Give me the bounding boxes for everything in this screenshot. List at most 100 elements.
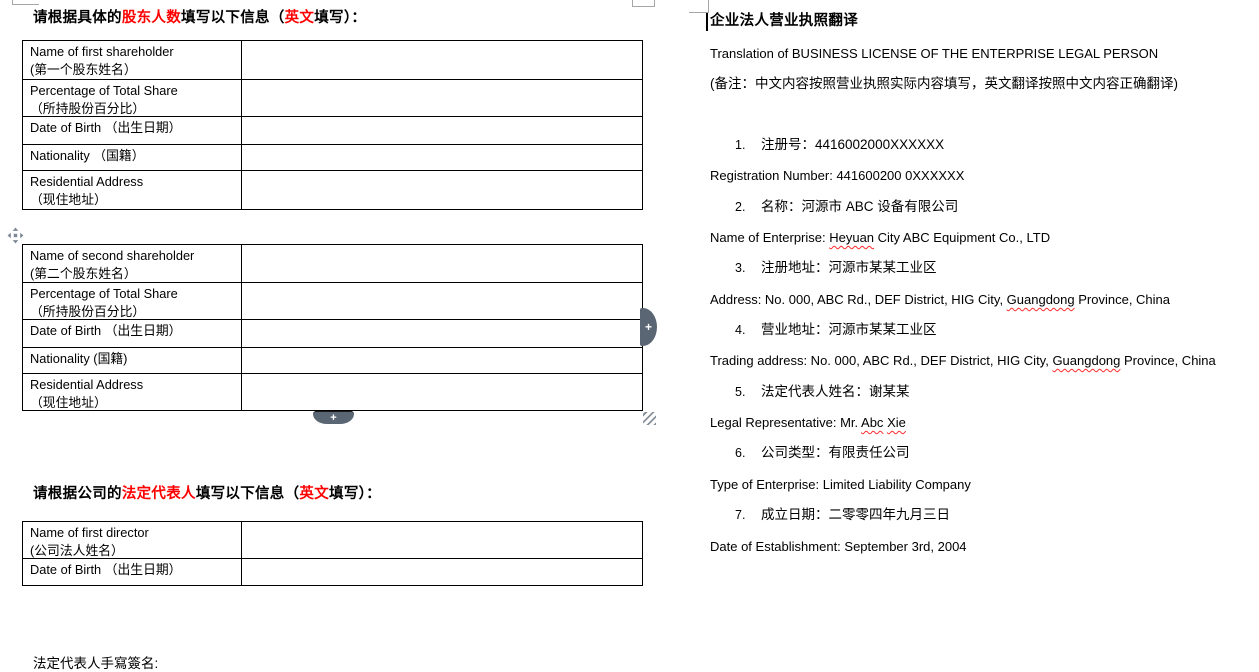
misspelled-word: Xie <box>887 415 906 430</box>
row-label: Date of Birth （出生日期） <box>23 559 242 585</box>
label-zh: （所持股份百分比） <box>30 303 237 321</box>
item-text-zh: 公司类型：有限责任公司 <box>761 445 910 460</box>
item-number: 4. <box>735 322 761 338</box>
heading-text: 请根据公司的 <box>33 486 122 502</box>
value-cell[interactable] <box>242 41 642 79</box>
value-cell[interactable] <box>242 348 642 373</box>
item-1-zh: 1.注册号：4416002000XXXXXX <box>735 137 944 153</box>
item-1-en: Registration Number: 441600200 0XXXXXX <box>710 168 964 184</box>
item-6-en: Type of Enterprise: Limited Liability Co… <box>710 477 971 493</box>
label-en: Date of Birth （出生日期） <box>30 322 237 340</box>
en-text: Name of Enterprise: <box>710 230 829 245</box>
heading-red-text: 英文 <box>299 486 329 502</box>
director-table: Name of first director (公司法人姓名） Date of … <box>22 521 643 586</box>
item-3-zh: 3.注册地址：河源市某某工业区 <box>735 260 937 276</box>
item-number: 2. <box>735 199 761 215</box>
row-label: Date of Birth （出生日期） <box>23 117 242 144</box>
value-cell[interactable] <box>242 117 642 144</box>
insert-row-button[interactable]: + <box>313 411 354 424</box>
table-move-handle[interactable] <box>7 227 24 244</box>
doc-title-zh: 企业法人营业执照翻译 <box>710 13 858 29</box>
label-en: Nationality (国籍) <box>30 350 237 368</box>
value-cell[interactable] <box>242 522 642 558</box>
value-cell[interactable] <box>242 171 642 209</box>
clipped-box-artifact <box>632 0 655 7</box>
value-cell[interactable] <box>242 374 642 410</box>
item-4-en: Trading address: No. 000, ABC Rd., DEF D… <box>710 353 1216 369</box>
table-resize-handle[interactable] <box>643 412 656 425</box>
heading-text: 请根据具体的 <box>33 10 122 26</box>
table-row: Percentage of Total Share （所持股份百分比） <box>23 283 642 320</box>
row-label: Name of first shareholder (第一个股东姓名） <box>23 41 242 79</box>
misspelled-word: Heyuan <box>829 230 874 245</box>
insert-column-button[interactable]: + <box>640 308 657 346</box>
row-label: Residential Address （现住地址） <box>23 374 242 410</box>
row-label: Name of first director (公司法人姓名） <box>23 522 242 558</box>
en-text: Date of Establishment: September 3rd, 20… <box>710 539 967 554</box>
label-en: Percentage of Total Share <box>30 82 237 100</box>
item-2-zh: 2.名称：河源市 ABC 设备有限公司 <box>735 199 958 215</box>
table-row: Name of second shareholder (第二个股东姓名） <box>23 245 642 283</box>
label-zh: （现住地址） <box>30 191 237 209</box>
value-cell[interactable] <box>242 145 642 170</box>
table-row: Date of Birth （出生日期） <box>23 320 642 348</box>
misspelled-word: Guangdong <box>1007 292 1075 307</box>
item-number: 7. <box>735 507 761 523</box>
label-zh: (第二个股东姓名） <box>30 265 237 283</box>
label-en: Name of first director <box>30 524 237 542</box>
item-number: 1. <box>735 137 761 153</box>
en-text: City ABC Equipment Co., LTD <box>874 230 1050 245</box>
item-number: 3. <box>735 260 761 276</box>
misspelled-word: Guangdong <box>1052 353 1120 368</box>
item-3-en: Address: No. 000, ABC Rd., DEF District,… <box>710 292 1170 308</box>
table-row: Date of Birth （出生日期） <box>23 117 642 145</box>
heading-text: 填写以下信息（ <box>196 486 300 502</box>
shareholders-heading: 请根据具体的股东人数填写以下信息（英文填写）： <box>33 6 366 27</box>
heading-text: 填写）： <box>314 10 366 26</box>
value-cell[interactable] <box>242 283 642 319</box>
en-text: Province, China <box>1120 353 1215 368</box>
row-label: Nationality （国籍） <box>23 145 242 170</box>
move-arrows-icon <box>7 227 24 244</box>
row-label: Residential Address （现住地址） <box>23 171 242 209</box>
heading-red-text: 法定代表人 <box>122 486 196 502</box>
item-text-zh: 营业地址：河源市某某工业区 <box>761 322 937 337</box>
signature-label: 法定代表人手寫簽名: <box>33 652 158 672</box>
plus-icon: + <box>330 413 336 423</box>
label-en: Name of first shareholder <box>30 43 237 61</box>
row-label: Name of second shareholder (第二个股东姓名） <box>23 245 242 282</box>
table-row: Name of first shareholder (第一个股东姓名） <box>23 41 642 80</box>
table-row: Residential Address （现住地址） <box>23 374 642 410</box>
heading-text: 填写）： <box>329 486 381 502</box>
label-zh: (第一个股东姓名） <box>30 61 237 79</box>
en-text: Address: No. 000, ABC Rd., DEF District,… <box>710 292 1007 307</box>
label-zh: （所持股份百分比） <box>30 100 237 118</box>
item-number: 6. <box>735 445 761 461</box>
value-cell[interactable] <box>242 559 642 585</box>
document-canvas: 请根据具体的股东人数填写以下信息（英文填写）： Name of first sh… <box>0 0 1259 672</box>
row-label: Percentage of Total Share （所持股份百分比） <box>23 283 242 319</box>
item-6-zh: 6.公司类型：有限责任公司 <box>735 445 910 461</box>
item-5-zh: 5.法定代表人姓名：谢某某 <box>735 384 910 400</box>
row-label: Nationality (国籍) <box>23 348 242 373</box>
value-cell[interactable] <box>242 320 642 347</box>
table-row: Date of Birth （出生日期） <box>23 559 642 585</box>
doc-note: (备注：中文内容按照营业执照实际内容填写，英文翻译按照中文内容正确翻译) <box>710 76 1178 92</box>
value-cell[interactable] <box>242 245 642 282</box>
table-row: Nationality (国籍) <box>23 348 642 374</box>
table-row: Nationality （国籍） <box>23 145 642 171</box>
label-en: Name of second shareholder <box>30 247 237 265</box>
value-cell[interactable] <box>242 80 642 116</box>
item-5-en: Legal Representative: Mr. Abc Xie <box>710 415 906 431</box>
label-en: Percentage of Total Share <box>30 285 237 303</box>
legal-rep-heading: 请根据公司的法定代表人填写以下信息（英文填写）： <box>33 482 381 503</box>
item-text-zh: 注册号：4416002000XXXXXX <box>761 137 944 152</box>
label-en: Nationality （国籍） <box>30 147 237 165</box>
heading-red-text: 英文 <box>285 10 315 26</box>
heading-text: 填写以下信息（ <box>181 10 285 26</box>
row-label: Date of Birth （出生日期） <box>23 320 242 347</box>
label-en: Residential Address <box>30 173 237 191</box>
en-text: Registration Number: 441600200 0XXXXXX <box>710 168 964 183</box>
item-7-zh: 7.成立日期：二零零四年九月三日 <box>735 507 950 523</box>
right-page: 企业法人营业执照翻译 Translation of BUSINESS LICEN… <box>708 0 1259 672</box>
